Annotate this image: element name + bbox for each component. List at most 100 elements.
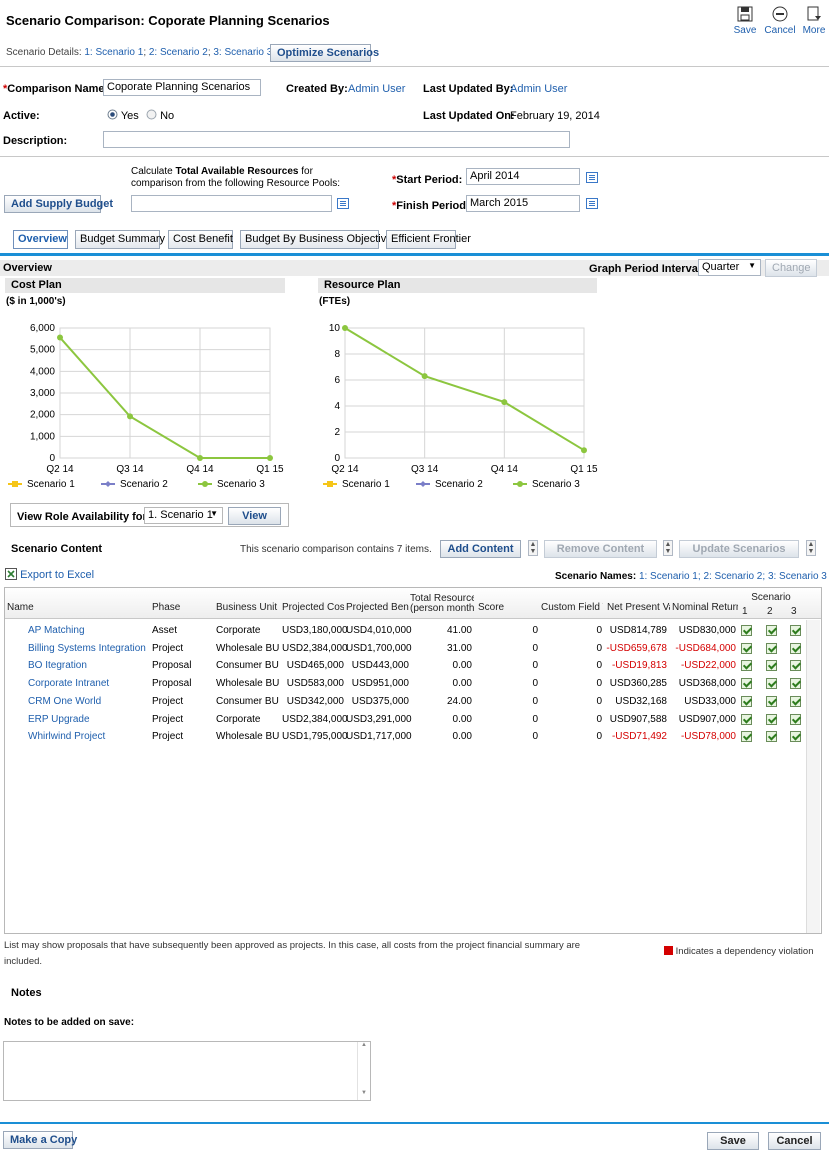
scenario-1-checkbox[interactable] — [741, 643, 752, 654]
scenario-1-checkbox[interactable] — [741, 678, 752, 689]
save-toolbar-button[interactable]: Save — [732, 6, 758, 36]
scenario-names-link-2[interactable]: 2: Scenario 2; — [703, 571, 765, 582]
change-button[interactable]: Change — [765, 259, 817, 277]
scenario-1-checkbox[interactable] — [741, 660, 752, 671]
col-phase-header[interactable]: Phase — [152, 600, 212, 616]
scenario-2-checkbox[interactable] — [766, 678, 777, 689]
remove-content-spinner[interactable]: ▲ ▼ — [663, 540, 673, 556]
scenario-details-link-3[interactable]: 3: Scenario 3 — [213, 47, 272, 58]
y-tick-label: 10 — [329, 323, 341, 334]
resource-plan-svg: 10 8 6 4 2 0Q2 14 Q3 14 Q4 14 Q1 15 Scenario 1 Sce… — [323, 323, 598, 490]
scenario-details-link-1[interactable]: 1: Scenario 1 — [84, 47, 143, 58]
scenario-2-checkbox[interactable] — [766, 714, 777, 725]
add-content-spinner[interactable]: ▲ ▼ — [528, 540, 538, 556]
description-field[interactable] — [103, 131, 570, 148]
scenario-2-checkbox[interactable] — [766, 625, 777, 636]
col-npv-header[interactable]: Net Present Va — [607, 600, 670, 616]
project-name-link[interactable]: ERP Upgrade — [28, 714, 148, 726]
scenario-1-checkbox[interactable] — [741, 731, 752, 742]
finish-period-picker-icon[interactable] — [586, 198, 598, 209]
col-score-header[interactable]: Score — [478, 600, 538, 616]
project-name-link[interactable]: BO Itegration — [28, 660, 148, 672]
export-excel-link[interactable]: Export to Excel — [5, 568, 94, 581]
scenario-3-checkbox[interactable] — [790, 714, 801, 725]
table-footnote: List may show proposals that have subseq… — [4, 940, 581, 967]
scenario-1-checkbox[interactable] — [741, 696, 752, 707]
project-name-link[interactable]: Whirlwind Project — [28, 731, 148, 743]
view-button[interactable]: View — [228, 507, 281, 525]
scenario-2-checkbox[interactable] — [766, 731, 777, 742]
resource-pool-field[interactable] — [131, 195, 332, 212]
data-point — [581, 447, 587, 454]
finish-period-field[interactable]: March 2015 — [466, 195, 580, 212]
col-scenario-1-header[interactable]: 1 — [742, 604, 752, 620]
export-excel-label: Export to Excel — [20, 569, 95, 581]
view-role-select[interactable]: 1. Scenario 1 ▼ — [144, 507, 223, 524]
project-name-link[interactable]: Corporate Intranet — [28, 678, 148, 690]
cancel-toolbar-button[interactable]: Cancel — [762, 6, 798, 36]
start-period-picker-icon[interactable] — [586, 172, 598, 183]
custom-field-cell: 0 — [596, 660, 602, 671]
scenario-3-checkbox[interactable] — [790, 660, 801, 671]
add-content-button[interactable]: Add Content — [440, 540, 521, 558]
table-scrollbar[interactable] — [806, 620, 820, 933]
col-total-resource-header[interactable]: Total Resource (person month — [410, 594, 474, 618]
scenario-3-checkbox[interactable] — [790, 643, 801, 654]
update-scenarios-spinner[interactable]: ▲ ▼ — [806, 540, 816, 556]
tab-efficient-frontier[interactable]: Efficient Frontier — [386, 230, 471, 249]
col-scenario-2-header[interactable]: 2 — [767, 604, 777, 620]
start-period-field[interactable]: April 2014 — [466, 168, 580, 185]
optimize-scenarios-button[interactable]: Optimize Scenarios — [270, 44, 379, 62]
more-toolbar-button[interactable]: More — [800, 6, 828, 36]
col-custom-field-header[interactable]: Custom Field V — [541, 600, 603, 616]
update-scenarios-button[interactable]: Update Scenarios — [679, 540, 799, 558]
tab-budget-by-business-objective[interactable]: Budget By Business Objective — [240, 230, 392, 249]
scenario-2-checkbox[interactable] — [766, 643, 777, 654]
col-nominal-return-header[interactable]: Nominal Return — [672, 600, 738, 616]
resource-pool-picker-icon[interactable] — [337, 198, 349, 209]
npv-cell: USD814,789 — [609, 625, 667, 636]
data-point — [421, 373, 428, 380]
graph-period-select[interactable]: Quarter ▼ — [698, 259, 761, 276]
scenario-3-checkbox[interactable] — [790, 625, 801, 636]
col-scenario-3-header[interactable]: 3 — [791, 604, 801, 620]
scenario-names-link-3[interactable]: 3: Scenario 3 — [768, 571, 827, 582]
total-resource-cell: 0.00 — [452, 660, 472, 671]
col-projected-benefit-header[interactable]: Projected Bene — [346, 600, 409, 616]
scenario-details-link-2[interactable]: 2: Scenario 2 — [149, 47, 208, 58]
tab-cost-benefit[interactable]: Cost Benefit — [168, 230, 233, 249]
scenario-1-checkbox[interactable] — [741, 714, 752, 725]
scenario-2-checkbox[interactable] — [766, 696, 777, 707]
y-tick-label: 1,000 — [30, 431, 55, 442]
col-business-unit-header[interactable]: Business Unit — [216, 600, 280, 616]
scenario-3-checkbox[interactable] — [790, 731, 801, 742]
col-projected-cost-header[interactable]: Projected Cost — [282, 600, 344, 616]
footer-cancel-button[interactable]: Cancel — [768, 1132, 821, 1150]
remove-content-button[interactable]: Remove Content — [544, 540, 657, 558]
total-resource-cell: 0.00 — [452, 678, 472, 689]
scenario-2-checkbox[interactable] — [766, 660, 777, 671]
make-copy-button[interactable]: Make a Copy — [3, 1131, 77, 1149]
tab-overview[interactable]: Overview — [13, 230, 68, 249]
tab-budget-summary[interactable]: Budget Summary — [75, 230, 165, 249]
active-no-radio[interactable]: No — [146, 109, 174, 122]
project-name-link[interactable]: AP Matching — [28, 625, 148, 637]
footer-save-button[interactable]: Save — [707, 1132, 759, 1150]
comparison-name-field[interactable]: Coporate Planning Scenarios — [103, 79, 261, 96]
scenario-3-checkbox[interactable] — [790, 678, 801, 689]
custom-field-cell: 0 — [596, 714, 602, 725]
project-name-link[interactable]: CRM One World — [28, 696, 148, 708]
project-name-link[interactable]: Billing Systems Integration — [28, 643, 148, 655]
created-by-value[interactable]: Admin User — [348, 83, 405, 95]
scenario-1-checkbox[interactable] — [741, 625, 752, 636]
col-name-header[interactable]: Name — [7, 600, 147, 616]
scenario-names-link-1[interactable]: 1: Scenario 1; — [639, 571, 701, 582]
last-updated-by-value[interactable]: Admin User — [510, 83, 567, 95]
scenario-3-checkbox[interactable] — [790, 696, 801, 707]
active-yes-radio[interactable]: Yes — [107, 109, 139, 122]
notes-textarea[interactable]: ▲ ▼ — [3, 1041, 371, 1101]
projected-benefit-cell: USD1,717,000 — [346, 731, 412, 742]
add-supply-budget-button[interactable]: Add Supply Budget — [4, 195, 113, 213]
data-point — [501, 399, 508, 406]
notes-scrollbar[interactable]: ▲ ▼ — [357, 1042, 370, 1100]
